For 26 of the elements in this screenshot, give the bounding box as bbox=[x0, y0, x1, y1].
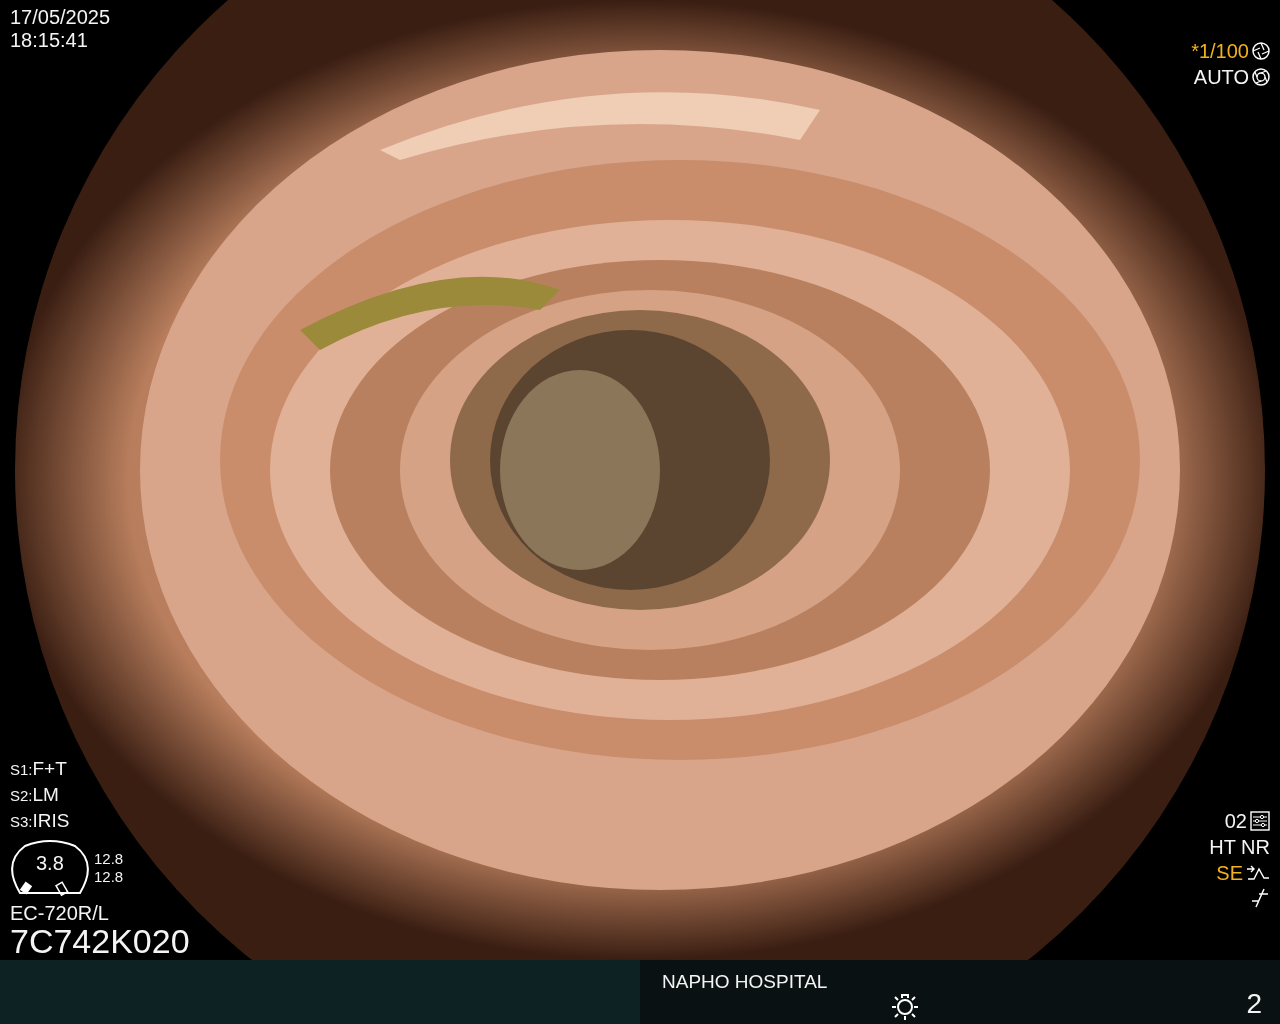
date-text: 17/05/2025 bbox=[10, 6, 111, 29]
shutter-speed: *1/100 bbox=[1191, 40, 1249, 62]
iris-mode: AUTO bbox=[1193, 66, 1249, 88]
setting-label: S2: bbox=[10, 786, 33, 806]
status-text: 02 bbox=[1224, 810, 1247, 832]
gauge-reading: 12.8 bbox=[94, 850, 124, 868]
setting-label: S3: bbox=[10, 812, 33, 832]
aperture-icon bbox=[1252, 68, 1270, 86]
gauge-reading: 12.8 bbox=[94, 868, 124, 886]
page-number: 2 bbox=[1246, 987, 1262, 1021]
gauge-value: 3.8 bbox=[36, 852, 64, 875]
sliders-icon bbox=[1250, 811, 1270, 831]
status-text: SE bbox=[1216, 862, 1243, 884]
setting-value: IRIS bbox=[32, 809, 70, 833]
lamp-icon bbox=[890, 992, 920, 1022]
setting-value: F+T bbox=[32, 757, 67, 781]
time-text: 18:15:41 bbox=[10, 29, 88, 52]
scope-model: EC-720R/L bbox=[10, 902, 109, 924]
status-text: HT NR bbox=[1209, 836, 1270, 858]
scope-serial: 7C742K020 bbox=[10, 924, 190, 958]
setting-label: S1: bbox=[10, 760, 33, 780]
setting-value: LM bbox=[32, 783, 59, 807]
hospital-name: NAPHO HOSPITAL bbox=[662, 970, 828, 994]
slashed-curve-icon bbox=[1250, 888, 1270, 908]
aperture-icon bbox=[1252, 42, 1270, 60]
edge-curve-icon bbox=[1246, 864, 1270, 882]
